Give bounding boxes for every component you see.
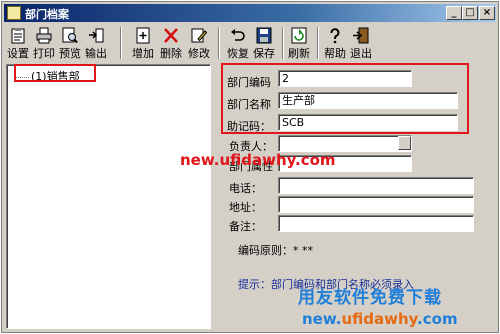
manager-field[interactable] — [278, 135, 412, 152]
watermark-url: new.ufidawhy.com — [302, 310, 458, 328]
maximize-button[interactable]: □ — [462, 6, 478, 20]
toolbar-separator — [317, 27, 319, 59]
department-tree[interactable]: (1)销售部 — [6, 64, 211, 329]
modify-button[interactable]: 修改 — [187, 25, 211, 61]
help-label: 帮助 — [324, 47, 346, 60]
watermark-url-part: ufidawhy — [341, 310, 418, 328]
refresh-button[interactable]: 刷新 — [287, 25, 311, 61]
undo-icon — [231, 29, 245, 41]
app-icon — [7, 6, 21, 20]
add-icon — [136, 27, 150, 44]
phone-field[interactable] — [278, 177, 474, 194]
toolbar: 设置 打印 预览 输出 增加 删除 修改 恢复 保存 刷新 帮助 退出 — [4, 24, 496, 62]
save-button[interactable]: 保存 — [252, 25, 276, 61]
watermark-chinese: 用友软件免费下载 — [298, 288, 442, 308]
coding-rule-text: 编码原则：* ** — [238, 244, 313, 257]
export-label: 输出 — [85, 47, 107, 60]
add-button[interactable]: 增加 — [131, 25, 155, 61]
edit-icon — [191, 28, 208, 43]
exit-label: 退出 — [350, 47, 372, 60]
watermark-url-part: new. — [302, 310, 342, 328]
save-icon — [256, 27, 272, 44]
add-label: 增加 — [132, 47, 154, 60]
watermark-url-red: new.ufidawhy.com — [180, 151, 336, 169]
save-label: 保存 — [253, 47, 275, 60]
toolbar-separator — [120, 27, 122, 59]
highlight-frame-form — [221, 63, 469, 134]
delete-button[interactable]: 删除 — [159, 25, 183, 61]
address-label: 地址： — [229, 201, 262, 214]
export-icon — [89, 28, 104, 43]
exit-icon — [353, 27, 369, 44]
address-field[interactable] — [278, 196, 474, 213]
settings-button[interactable]: 设置 — [6, 25, 30, 61]
note-field[interactable] — [278, 215, 474, 232]
phone-label: 电话： — [229, 182, 262, 195]
print-button[interactable]: 打印 — [32, 25, 56, 61]
refresh-label: 刷新 — [288, 47, 310, 60]
clipboard-icon — [11, 28, 25, 44]
preview-label: 预览 — [59, 47, 81, 60]
restore-button[interactable]: 恢复 — [226, 25, 250, 61]
delete-label: 删除 — [160, 47, 182, 60]
restore-label: 恢复 — [227, 47, 249, 60]
export-button[interactable]: 输出 — [84, 25, 108, 61]
help-button[interactable]: 帮助 — [323, 25, 347, 61]
printer-icon — [36, 27, 52, 44]
toolbar-separator — [282, 27, 284, 59]
toolbar-separator — [218, 27, 220, 59]
minimize-button[interactable]: _ — [446, 6, 462, 20]
close-button[interactable]: × — [479, 6, 495, 20]
help-icon — [330, 28, 340, 44]
modify-label: 修改 — [188, 47, 210, 60]
exit-button[interactable]: 退出 — [349, 25, 373, 61]
note-label: 备注： — [229, 220, 262, 233]
manager-lookup-button[interactable] — [398, 136, 411, 150]
preview-icon — [62, 27, 78, 44]
preview-button[interactable]: 预览 — [58, 25, 82, 61]
delete-icon — [164, 28, 178, 43]
refresh-icon — [291, 27, 307, 44]
settings-label: 设置 — [7, 47, 29, 60]
dept-archive-window: 部门档案 _ □ × 设置 打印 预览 输出 增加 删除 修改 恢复 保存 刷新… — [1, 1, 499, 333]
highlight-frame-tree — [14, 64, 96, 82]
print-label: 打印 — [33, 47, 55, 60]
watermark-url-part: .com — [417, 310, 458, 328]
title-bar[interactable]: 部门档案 _ □ × — [4, 4, 496, 22]
window-title: 部门档案 — [25, 8, 69, 21]
